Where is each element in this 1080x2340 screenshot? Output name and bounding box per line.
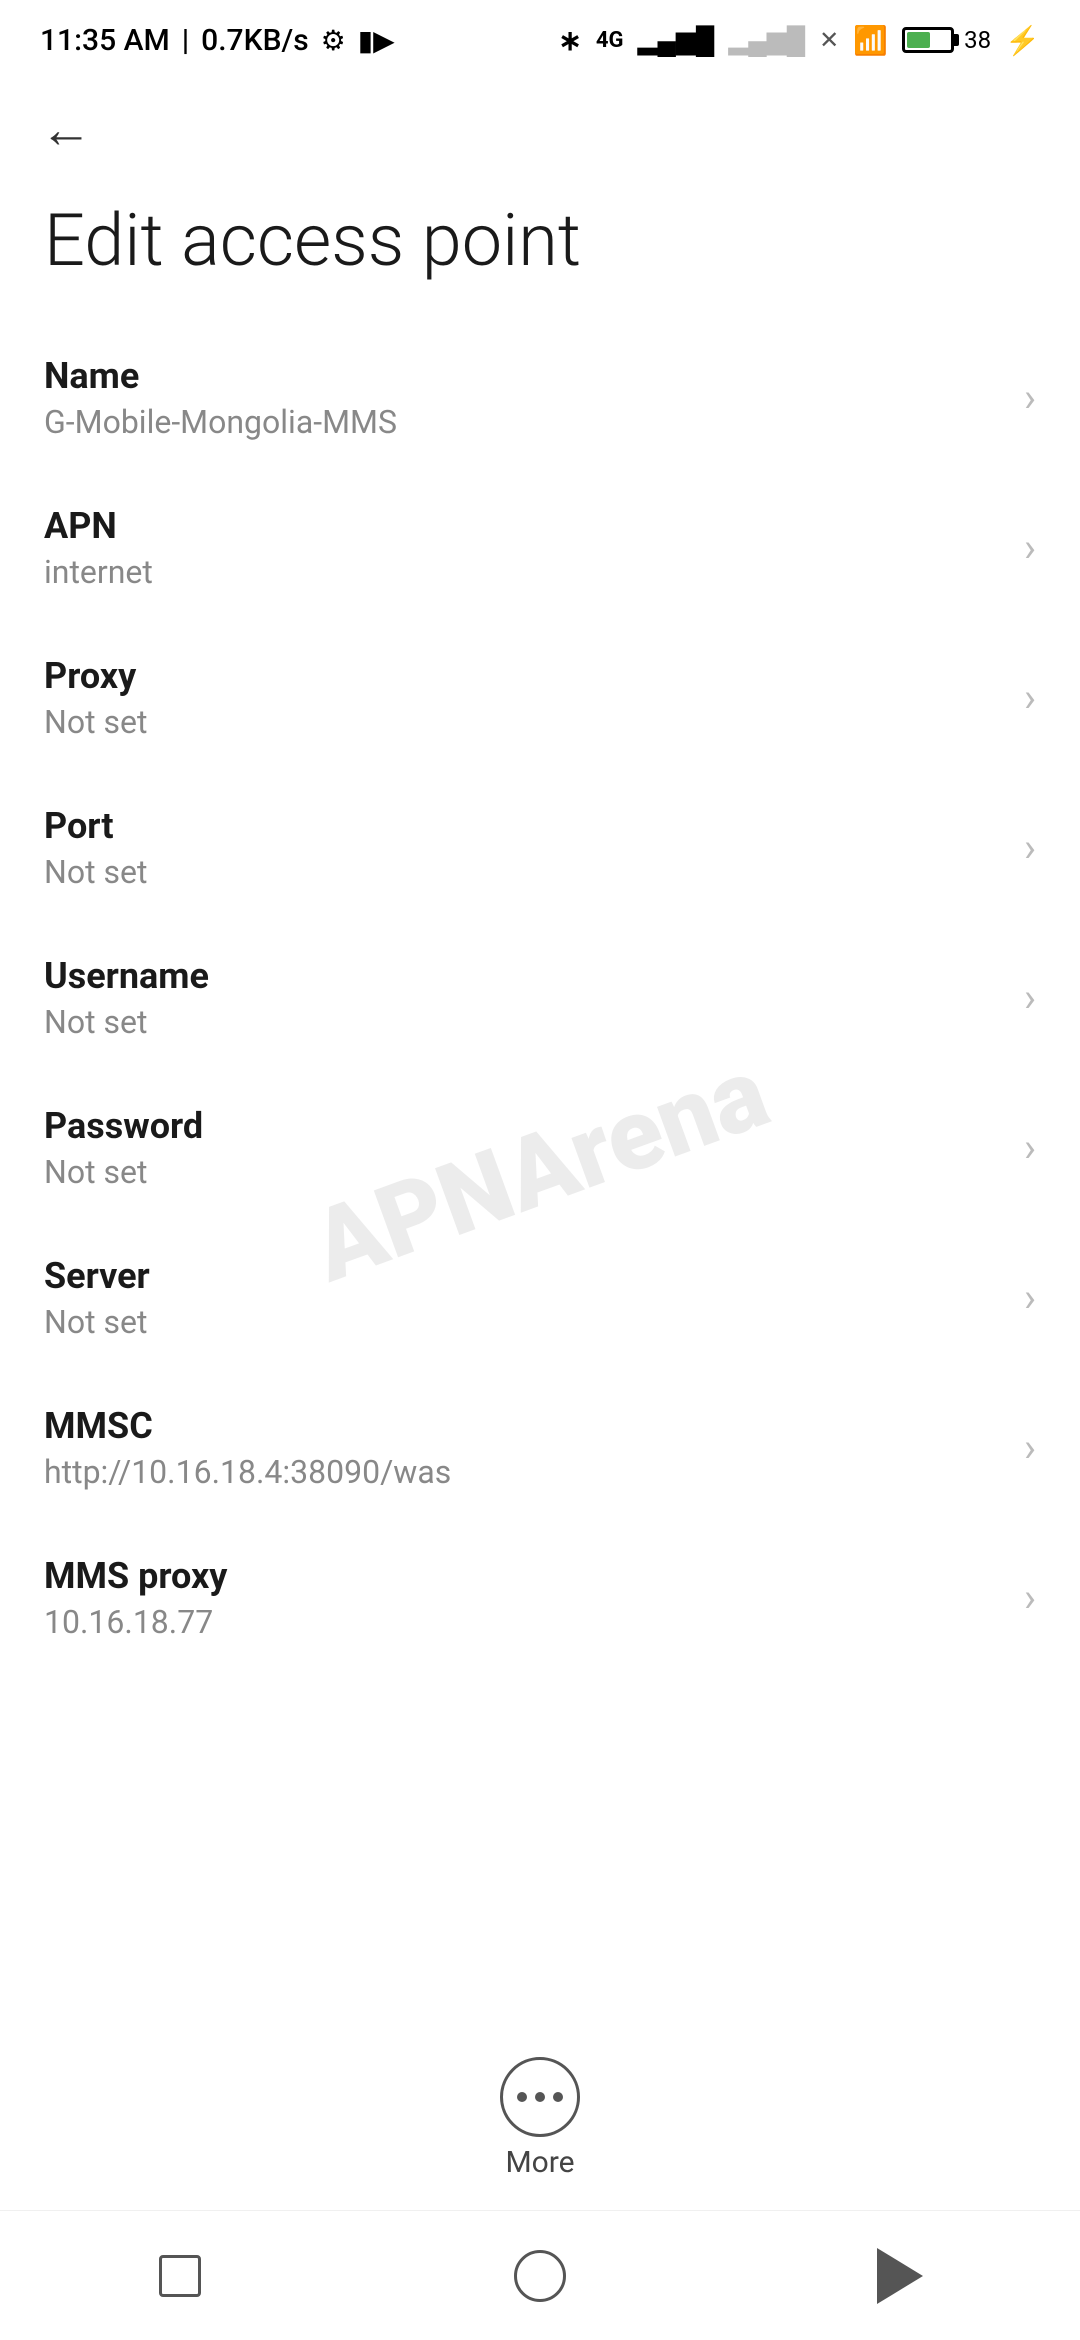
charging-icon: ⚡ <box>1005 24 1040 57</box>
settings-item-name-label: Name <box>44 355 1004 397</box>
settings-item-proxy-label: Proxy <box>44 655 1004 697</box>
settings-item-username-label: Username <box>44 955 1004 997</box>
settings-item-server[interactable]: Server Not set › <box>0 1223 1080 1373</box>
data-speed: 0.7KB/s <box>201 23 308 58</box>
settings-item-server-value: Not set <box>44 1303 1004 1341</box>
more-button-area[interactable]: More <box>500 2029 580 2200</box>
settings-item-mmsc[interactable]: MMSC http://10.16.18.4:38090/was › <box>0 1373 1080 1523</box>
battery-level: 38 <box>964 26 991 54</box>
settings-list: Name G-Mobile-Mongolia-MMS › APN interne… <box>0 323 1080 1673</box>
settings-item-apn-content: APN internet <box>44 505 1004 591</box>
settings-item-password-content: Password Not set <box>44 1105 1004 1191</box>
nav-home-button[interactable] <box>500 2236 580 2316</box>
settings-item-mmsc-value: http://10.16.18.4:38090/was <box>44 1453 1004 1491</box>
settings-item-apn[interactable]: APN internet › <box>0 473 1080 623</box>
battery-fill <box>907 32 930 48</box>
settings-item-port-content: Port Not set <box>44 805 1004 891</box>
status-right: ∗ 4G ▂▄▆█ ▂▄▆█ ✕ 📶 38 ⚡ <box>558 24 1040 57</box>
page-title: Edit access point <box>0 180 1080 323</box>
signal-x-icon: ✕ <box>819 26 839 54</box>
battery: 38 <box>902 26 991 54</box>
settings-item-name[interactable]: Name G-Mobile-Mongolia-MMS › <box>0 323 1080 473</box>
settings-item-mms-proxy-label: MMS proxy <box>44 1555 1004 1597</box>
chevron-icon-mmsc: › <box>1024 1424 1036 1471</box>
settings-item-username[interactable]: Username Not set › <box>0 923 1080 1073</box>
chevron-icon-server: › <box>1024 1274 1036 1321</box>
more-label: More <box>505 2145 574 2180</box>
settings-item-username-content: Username Not set <box>44 955 1004 1041</box>
wifi-icon: 📶 <box>853 24 888 57</box>
settings-item-proxy-value: Not set <box>44 703 1004 741</box>
chevron-icon-password: › <box>1024 1124 1036 1171</box>
chevron-icon-proxy: › <box>1024 674 1036 721</box>
settings-item-mmsc-label: MMSC <box>44 1405 1004 1447</box>
settings-item-mms-proxy-value: 10.16.18.77 <box>44 1603 1004 1641</box>
signal2-icon: ▂▄▆█ <box>728 25 805 56</box>
video-icon: ▮▶ <box>358 24 395 57</box>
speed: | <box>182 23 189 58</box>
status-left: 11:35 AM | 0.7KB/s ⚙ ▮▶ <box>40 23 395 58</box>
nav-recents-button[interactable] <box>140 2236 220 2316</box>
back-button[interactable]: ← <box>40 104 92 156</box>
chevron-icon-port: › <box>1024 824 1036 871</box>
settings-item-apn-value: internet <box>44 553 1004 591</box>
settings-item-mms-proxy-content: MMS proxy 10.16.18.77 <box>44 1555 1004 1641</box>
settings-item-server-label: Server <box>44 1255 1004 1297</box>
settings-item-name-content: Name G-Mobile-Mongolia-MMS <box>44 355 1004 441</box>
settings-item-proxy-content: Proxy Not set <box>44 655 1004 741</box>
more-dots-icon <box>517 2092 563 2102</box>
dot-2 <box>535 2092 545 2102</box>
settings-item-password[interactable]: Password Not set › <box>0 1073 1080 1223</box>
chevron-icon-mms-proxy: › <box>1024 1574 1036 1621</box>
settings-item-username-value: Not set <box>44 1003 1004 1041</box>
chevron-icon-username: › <box>1024 974 1036 1021</box>
chevron-icon-name: › <box>1024 374 1036 421</box>
time: 11:35 AM <box>40 23 170 58</box>
dot-1 <box>517 2092 527 2102</box>
battery-box <box>902 27 954 53</box>
settings-item-mmsc-content: MMSC http://10.16.18.4:38090/was <box>44 1405 1004 1491</box>
dot-3 <box>553 2092 563 2102</box>
status-bar: 11:35 AM | 0.7KB/s ⚙ ▮▶ ∗ 4G ▂▄▆█ ▂▄▆█ ✕… <box>0 0 1080 80</box>
nav-back-button[interactable] <box>860 2236 940 2316</box>
settings-item-server-content: Server Not set <box>44 1255 1004 1341</box>
bottom-nav <box>0 2210 1080 2340</box>
chevron-icon-apn: › <box>1024 524 1036 571</box>
back-icon <box>877 2248 923 2304</box>
more-circle-icon[interactable] <box>500 2057 580 2137</box>
settings-item-proxy[interactable]: Proxy Not set › <box>0 623 1080 773</box>
settings-item-name-value: G-Mobile-Mongolia-MMS <box>44 403 1004 441</box>
recents-icon <box>159 2255 201 2297</box>
home-icon <box>514 2250 566 2302</box>
network-4g-icon: 4G <box>596 28 624 53</box>
signal-icon: ▂▄▆█ <box>637 25 714 56</box>
settings-item-port-label: Port <box>44 805 1004 847</box>
back-bar[interactable]: ← <box>0 80 1080 180</box>
settings-item-mms-proxy[interactable]: MMS proxy 10.16.18.77 › <box>0 1523 1080 1673</box>
settings-item-apn-label: APN <box>44 505 1004 547</box>
settings-item-password-value: Not set <box>44 1153 1004 1191</box>
bluetooth-icon: ∗ <box>558 24 581 57</box>
settings-item-port[interactable]: Port Not set › <box>0 773 1080 923</box>
settings-icon: ⚙ <box>321 24 346 57</box>
settings-item-port-value: Not set <box>44 853 1004 891</box>
settings-item-password-label: Password <box>44 1105 1004 1147</box>
